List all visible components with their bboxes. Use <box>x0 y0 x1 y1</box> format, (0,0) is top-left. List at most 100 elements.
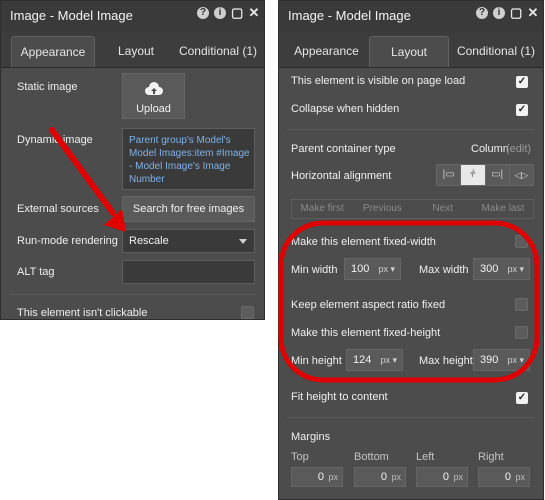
min-width-input[interactable]: 100 px ▾ <box>344 258 401 280</box>
align-right-icon[interactable]: ▭| <box>486 165 510 185</box>
margin-bottom-input[interactable]: 0 px <box>354 467 406 487</box>
tab-bar: Appearance Layout Conditional (1) <box>279 31 543 68</box>
comment-icon[interactable]: ▢ <box>231 6 243 19</box>
make-last-button[interactable]: Make last <box>473 200 533 218</box>
search-free-images-label: Search for free images <box>132 203 245 215</box>
margin-left-label: Left <box>416 451 435 463</box>
runmode-value: Rescale <box>129 235 169 247</box>
container-type-value: Column <box>471 143 509 155</box>
container-type-edit-link[interactable]: (edit) <box>506 143 531 155</box>
upload-label: Upload <box>136 103 171 115</box>
max-width-label: Max width <box>419 264 469 276</box>
min-height-value: 124 <box>353 354 372 366</box>
fixed-width-checkbox[interactable] <box>515 235 528 248</box>
right-property-panel: Image - Model Image ? i ▢ ✕ Appearance L… <box>278 0 544 500</box>
order-buttons: Make first Previous Next Make last <box>291 199 534 219</box>
chevron-down-icon <box>239 239 247 244</box>
max-height-unit: px ▾ <box>507 355 524 365</box>
margin-right-value: 0 <box>504 471 511 483</box>
margin-bottom-value: 0 <box>380 471 387 483</box>
margins-label: Margins <box>291 431 331 443</box>
margin-right-input[interactable]: 0 px <box>478 467 530 487</box>
margin-bottom-unit: px <box>391 472 401 482</box>
divider <box>287 417 535 418</box>
container-type-label: Parent container type <box>291 143 396 155</box>
min-height-unit: px ▾ <box>380 355 397 365</box>
margin-right-unit: px <box>515 472 525 482</box>
horizontal-alignment-label: Horizontal alignment <box>291 170 392 182</box>
dynamic-image-label: Dynamic image <box>17 134 93 146</box>
fit-height-checkbox[interactable]: ✓ <box>516 392 528 404</box>
runmode-label: Run-mode rendering <box>17 235 118 247</box>
help-icon[interactable]: ? <box>476 7 488 19</box>
aspect-ratio-checkbox[interactable] <box>515 298 528 311</box>
panel-title: Image - Model Image <box>10 8 133 23</box>
external-sources-label: External sources <box>17 203 99 215</box>
max-height-input[interactable]: 390 px ▾ <box>473 349 530 371</box>
tab-appearance[interactable]: Appearance <box>284 36 369 67</box>
min-width-unit: px ▾ <box>378 264 395 274</box>
tab-appearance[interactable]: Appearance <box>11 36 95 67</box>
tab-layout[interactable]: Layout <box>369 36 449 67</box>
not-clickable-label: This element isn't clickable <box>17 307 148 319</box>
min-height-label: Min height <box>291 355 342 367</box>
fixed-width-label: Make this element fixed-width <box>291 236 436 248</box>
fit-height-label: Fit height to content <box>291 391 388 403</box>
runmode-select[interactable]: Rescale <box>122 229 255 253</box>
min-width-value: 100 <box>351 263 370 275</box>
next-button[interactable]: Next <box>413 200 473 218</box>
alt-tag-label: ALT tag <box>17 266 55 278</box>
info-icon[interactable]: i <box>493 7 505 19</box>
fixed-height-checkbox[interactable] <box>515 326 528 339</box>
dynamic-image-value: Parent group's Model's Model Images:item… <box>129 135 250 185</box>
close-icon[interactable]: ✕ <box>527 6 539 19</box>
margin-right-label: Right <box>478 451 504 463</box>
divider <box>9 294 256 295</box>
panel-header: Image - Model Image ? i ▢ ✕ <box>279 1 543 32</box>
static-image-label: Static image <box>17 81 78 93</box>
tab-conditional[interactable]: Conditional (1) <box>173 36 263 67</box>
search-free-images-button[interactable]: Search for free images <box>122 196 255 222</box>
align-stretch-icon[interactable]: ◁▷ <box>510 165 533 185</box>
margin-top-input[interactable]: 0 px <box>291 467 343 487</box>
make-first-button[interactable]: Make first <box>292 200 352 218</box>
alignment-buttons: |▭ ⫩ ▭| ◁▷ <box>436 164 534 186</box>
visible-on-load-label: This element is visible on page load <box>291 75 466 87</box>
dynamic-image-expression[interactable]: Parent group's Model's Model Images:item… <box>122 128 255 190</box>
visible-on-load-checkbox[interactable]: ✓ <box>516 76 528 88</box>
max-height-label: Max height <box>419 355 473 367</box>
panel-title: Image - Model Image <box>288 8 411 23</box>
collapse-hidden-checkbox[interactable]: ✓ <box>516 104 528 116</box>
left-property-panel: Image - Model Image ? i ▢ ✕ Appearance L… <box>0 0 265 320</box>
upload-button[interactable]: Upload <box>122 73 185 119</box>
comment-icon[interactable]: ▢ <box>510 6 522 19</box>
aspect-ratio-label: Keep element aspect ratio fixed <box>291 299 446 311</box>
fixed-height-label: Make this element fixed-height <box>291 327 441 339</box>
panel-header: Image - Model Image ? i ▢ ✕ <box>1 1 264 32</box>
margin-bottom-label: Bottom <box>354 451 389 463</box>
margin-top-label: Top <box>291 451 309 463</box>
divider <box>287 129 535 130</box>
margin-left-unit: px <box>453 472 463 482</box>
margin-left-input[interactable]: 0 px <box>416 467 468 487</box>
help-icon[interactable]: ? <box>197 7 209 19</box>
info-icon[interactable]: i <box>214 7 226 19</box>
max-height-value: 390 <box>480 354 499 366</box>
max-width-unit: px ▾ <box>507 264 524 274</box>
alt-tag-input[interactable] <box>122 260 255 284</box>
align-center-icon[interactable]: ⫩ <box>461 165 486 185</box>
cloud-upload-icon <box>145 82 163 95</box>
margin-top-value: 0 <box>317 471 324 483</box>
tab-bar: Appearance Layout Conditional (1) <box>1 31 264 68</box>
not-clickable-checkbox[interactable] <box>241 306 254 319</box>
max-width-input[interactable]: 300 px ▾ <box>473 258 530 280</box>
margin-left-value: 0 <box>442 471 449 483</box>
tab-layout[interactable]: Layout <box>105 36 167 67</box>
max-width-value: 300 <box>480 263 499 275</box>
min-height-input[interactable]: 124 px ▾ <box>346 349 403 371</box>
previous-button[interactable]: Previous <box>352 200 412 218</box>
align-left-icon[interactable]: |▭ <box>437 165 462 185</box>
close-icon[interactable]: ✕ <box>248 6 260 19</box>
min-width-label: Min width <box>291 264 338 276</box>
tab-conditional[interactable]: Conditional (1) <box>451 36 541 67</box>
